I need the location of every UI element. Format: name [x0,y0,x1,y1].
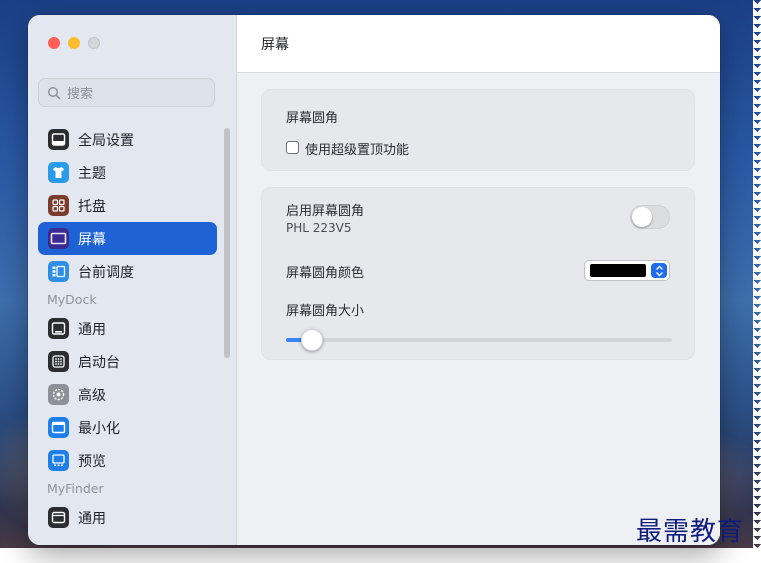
color-swatch [590,264,646,277]
grid-icon [48,195,69,216]
sidebar-item-theme[interactable]: 主题 [38,156,217,189]
corner-size-label: 屏幕圆角大小 [286,304,365,319]
sidebar-item-label: 通用 [78,321,106,338]
corner-size-slider[interactable] [286,338,672,342]
window-icon [48,129,69,150]
gear-icon [48,384,69,405]
minimize-button[interactable] [68,37,80,49]
display-name: PHL 223V5 [286,221,352,235]
sidebar-item-advanced[interactable]: 高级 [38,378,217,411]
zoom-button[interactable] [88,37,100,49]
preview-icon [48,450,69,471]
corner-color-picker[interactable] [584,260,670,281]
slider-knob[interactable] [301,329,324,351]
sidebar-nav: 全局设置 主题 托盘 屏幕 台前调度 MyDock 通用 启动台 高级 最小化 … [38,123,217,534]
enable-corner-label: 启用屏幕圆角 [286,204,365,219]
settings-window: 搜索 全局设置 主题 托盘 屏幕 台前调度 MyDock 通用 启动台 高级 最… [28,15,720,545]
main-panel: 屏幕 屏幕圆角 使用超级置顶功能 启用屏幕圆角 PHL 223V5 屏幕圆角颜色… [237,15,720,545]
sidebar-item-tray[interactable]: 托盘 [38,189,217,222]
checkbox-label: 使用超级置顶功能 [305,143,410,158]
page-title: 屏幕 [261,36,289,53]
search-icon [47,86,61,99]
super-topmost-checkbox[interactable] [286,141,299,154]
sidebar-scrollbar[interactable] [224,128,230,358]
screen-corner-card: 屏幕圆角 使用超级置顶功能 [261,89,695,171]
launchpad-icon [48,351,69,372]
search-input[interactable]: 搜索 [38,78,215,107]
sidebar-item-preview[interactable]: 预览 [38,444,217,477]
sidebar-item-label: 主题 [78,165,106,182]
bottom-margin [0,548,761,563]
sidebar-item-global-settings[interactable]: 全局设置 [38,123,217,156]
screen-icon [48,228,69,249]
sidebar-item-label: 通用 [78,510,106,527]
sidebar: 搜索 全局设置 主题 托盘 屏幕 台前调度 MyDock 通用 启动台 高级 最… [28,15,237,545]
sidebar-item-stage-manager[interactable]: 台前调度 [38,255,217,288]
sidebar-item-label: 高级 [78,387,106,404]
enable-corner-toggle[interactable] [630,205,670,229]
sidebar-item-label: 最小化 [78,420,120,437]
window-controls [48,37,100,49]
sidebar-item-label: 全局设置 [78,132,134,149]
shirt-icon [48,162,69,183]
sidebar-item-dock-general[interactable]: 通用 [38,312,217,345]
sidebar-item-minimize[interactable]: 最小化 [38,411,217,444]
sidebar-item-finder-general[interactable]: 通用 [38,501,217,534]
stage-manager-icon [48,261,69,282]
sidebar-item-screen[interactable]: 屏幕 [38,222,217,255]
sidebar-item-label: 托盘 [78,198,106,215]
dock-icon [48,318,69,339]
close-button[interactable] [48,37,60,49]
corner-settings-card: 启用屏幕圆角 PHL 223V5 屏幕圆角颜色 屏幕圆角大小 [261,187,695,360]
card-title: 屏幕圆角 [286,111,339,126]
sidebar-item-label: 预览 [78,453,106,470]
chevron-up-down-icon[interactable] [651,263,667,278]
corner-color-label: 屏幕圆角颜色 [286,266,365,281]
section-label-myfinder: MyFinder [47,481,104,496]
minimize-icon [48,417,69,438]
torn-edge [739,0,761,548]
watermark-text: 最需教育 [636,517,745,547]
page-header: 屏幕 [237,15,720,73]
search-placeholder: 搜索 [67,87,94,102]
finder-general-icon [48,507,69,528]
sidebar-item-label: 启动台 [78,354,120,371]
sidebar-item-launchpad[interactable]: 启动台 [38,345,217,378]
sidebar-item-label: 屏幕 [78,231,106,248]
section-label-mydock: MyDock [47,292,97,307]
sidebar-item-label: 台前调度 [78,264,134,281]
toggle-knob [632,207,652,227]
